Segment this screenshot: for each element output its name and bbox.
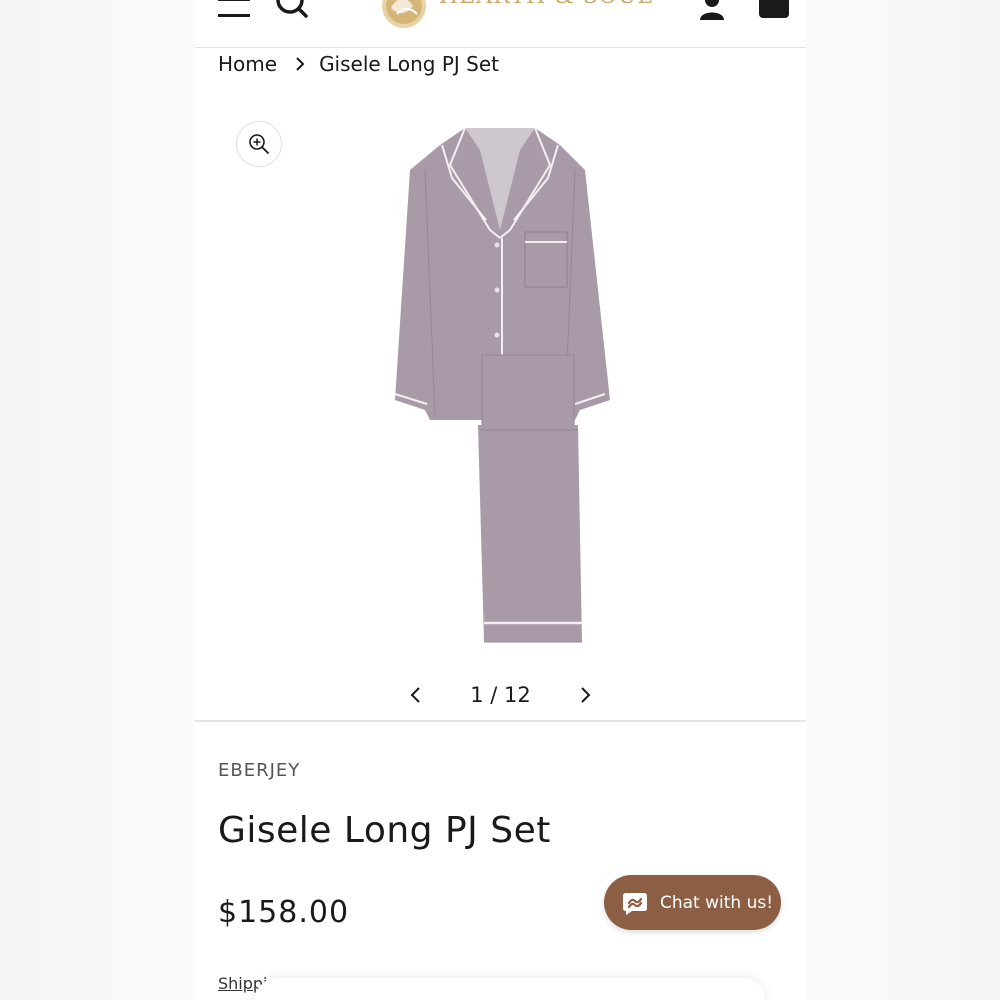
- product-vendor[interactable]: EBERJEY: [218, 760, 300, 781]
- product-price: $158.00: [218, 895, 350, 930]
- chat-button-label: Chat with us!: [660, 892, 774, 913]
- gallery-pager: 1 / 12: [195, 680, 806, 710]
- breadcrumb: Home Gisele Long PJ Set: [218, 52, 499, 76]
- product-title: Gisele Long PJ Set: [218, 810, 551, 851]
- screenshot-background: HEARTH & SOUL Home Gisele Long PJ Set: [0, 0, 1000, 1000]
- section-divider: [195, 720, 806, 722]
- search-icon[interactable]: [275, 0, 309, 22]
- chat-button[interactable]: Chat with us!: [604, 875, 781, 930]
- breadcrumb-home-link[interactable]: Home: [218, 52, 277, 76]
- chevron-left-icon[interactable]: [406, 685, 426, 705]
- gallery-counter: 1 / 12: [470, 683, 531, 707]
- brand-logo[interactable]: HEARTH & SOUL: [379, 0, 652, 30]
- cart-icon[interactable]: [757, 0, 791, 20]
- mobile-viewport: HEARTH & SOUL Home Gisele Long PJ Set: [195, 0, 806, 1000]
- breadcrumb-current: Gisele Long PJ Set: [319, 52, 499, 76]
- site-header: HEARTH & SOUL: [195, 0, 806, 48]
- account-icon[interactable]: [698, 0, 726, 22]
- breadcrumb-separator-icon: [296, 57, 305, 71]
- logo-emblem-icon: [382, 0, 426, 28]
- product-image[interactable]: [380, 120, 620, 650]
- chat-icon: [623, 892, 647, 915]
- chevron-right-icon[interactable]: [575, 685, 595, 705]
- hamburger-menu-icon[interactable]: [218, 0, 250, 22]
- logo-text: HEARTH & SOUL: [439, 0, 653, 9]
- zoom-in-icon: [249, 134, 269, 154]
- zoom-button[interactable]: [236, 121, 282, 167]
- bottom-sheet: [255, 978, 765, 1000]
